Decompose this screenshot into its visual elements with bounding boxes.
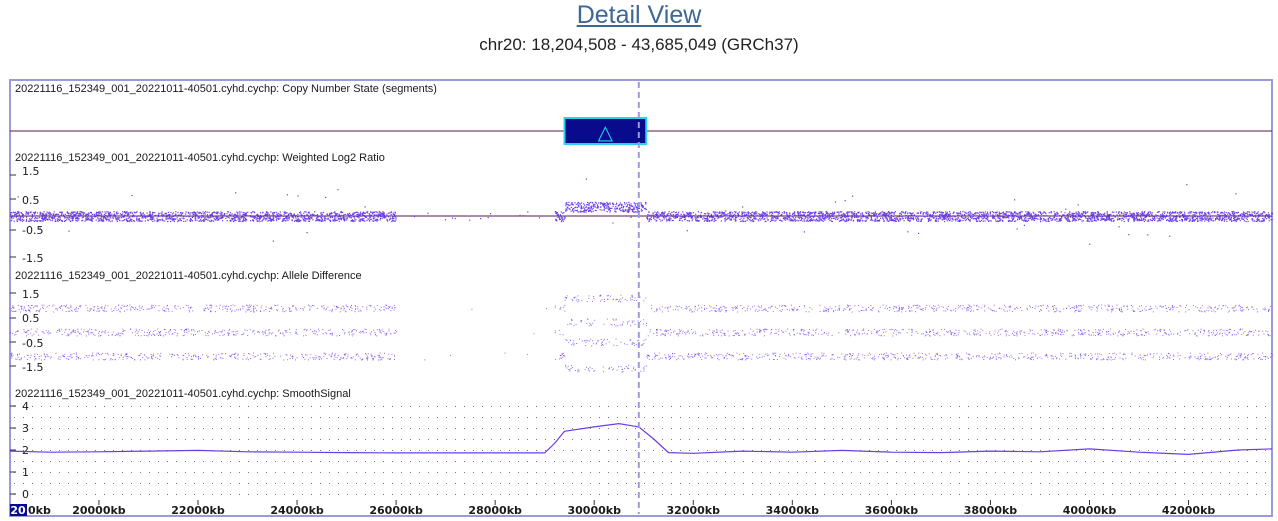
x-tick-label: 24000kb <box>270 504 324 517</box>
gain-triangle-icon: △ <box>598 120 614 144</box>
log2-tick-label: -1.5 <box>22 252 43 265</box>
log2-tick-label: -0.5 <box>22 224 43 237</box>
allele-tick-label: -0.5 <box>22 337 43 350</box>
x-tick-label: 32000kb <box>667 504 721 517</box>
x-axis: 20000kb 22000kb 24000kb 26000kb 28000kb 30000… <box>72 500 1215 517</box>
cn-state-track-label: 20221116_152349_001_20221011-40501.cyhd.… <box>15 83 437 95</box>
smooth-tick-label: 3 <box>22 422 29 435</box>
log2-tick-label: 1.5 <box>22 165 40 178</box>
allele-tick-label: 1.5 <box>22 288 40 301</box>
x-tick-label: 30000kb <box>567 504 621 517</box>
x-tick-label: 26000kb <box>369 504 423 517</box>
x-tick-label: 28000kb <box>468 504 522 517</box>
log2-track-label: 20221116_152349_001_20221011-40501.cyhd.… <box>15 152 385 164</box>
allele-tick-label: 0.5 <box>22 312 40 325</box>
log2-scatter <box>10 178 1273 245</box>
allele-tick-label: -1.5 <box>22 361 43 374</box>
genome-viewer[interactable]: 20221116_152349_001_20221011-40501.cyhd.… <box>0 0 1278 521</box>
x-tick-label: 42000kb <box>1162 504 1216 517</box>
smooth-tick-label: 2 <box>22 444 29 457</box>
x-tick-label: 36000kb <box>865 504 919 517</box>
smooth-track-label: 20221116_152349_001_20221011-40501.cyhd.… <box>15 388 351 400</box>
allele-scatter <box>10 294 1273 373</box>
chromosome-badge-label: 20 <box>10 504 26 517</box>
x-tick-label: 40000kb <box>1063 504 1117 517</box>
x-tick-label: 34000kb <box>766 504 820 517</box>
x-first-tick-label: 0kb <box>28 504 51 517</box>
x-tick-label: 22000kb <box>171 504 225 517</box>
smooth-tick-label: 4 <box>22 400 29 413</box>
x-tick-label: 38000kb <box>964 504 1018 517</box>
smooth-signal-line <box>9 422 1273 456</box>
smooth-tick-label: 0 <box>22 488 29 501</box>
x-tick-label: 20000kb <box>72 504 126 517</box>
log2-tick-label: 0.5 <box>22 194 40 207</box>
allele-track-label: 20221116_152349_001_20221011-40501.cyhd.… <box>15 270 362 282</box>
smooth-tick-label: 1 <box>22 466 29 479</box>
